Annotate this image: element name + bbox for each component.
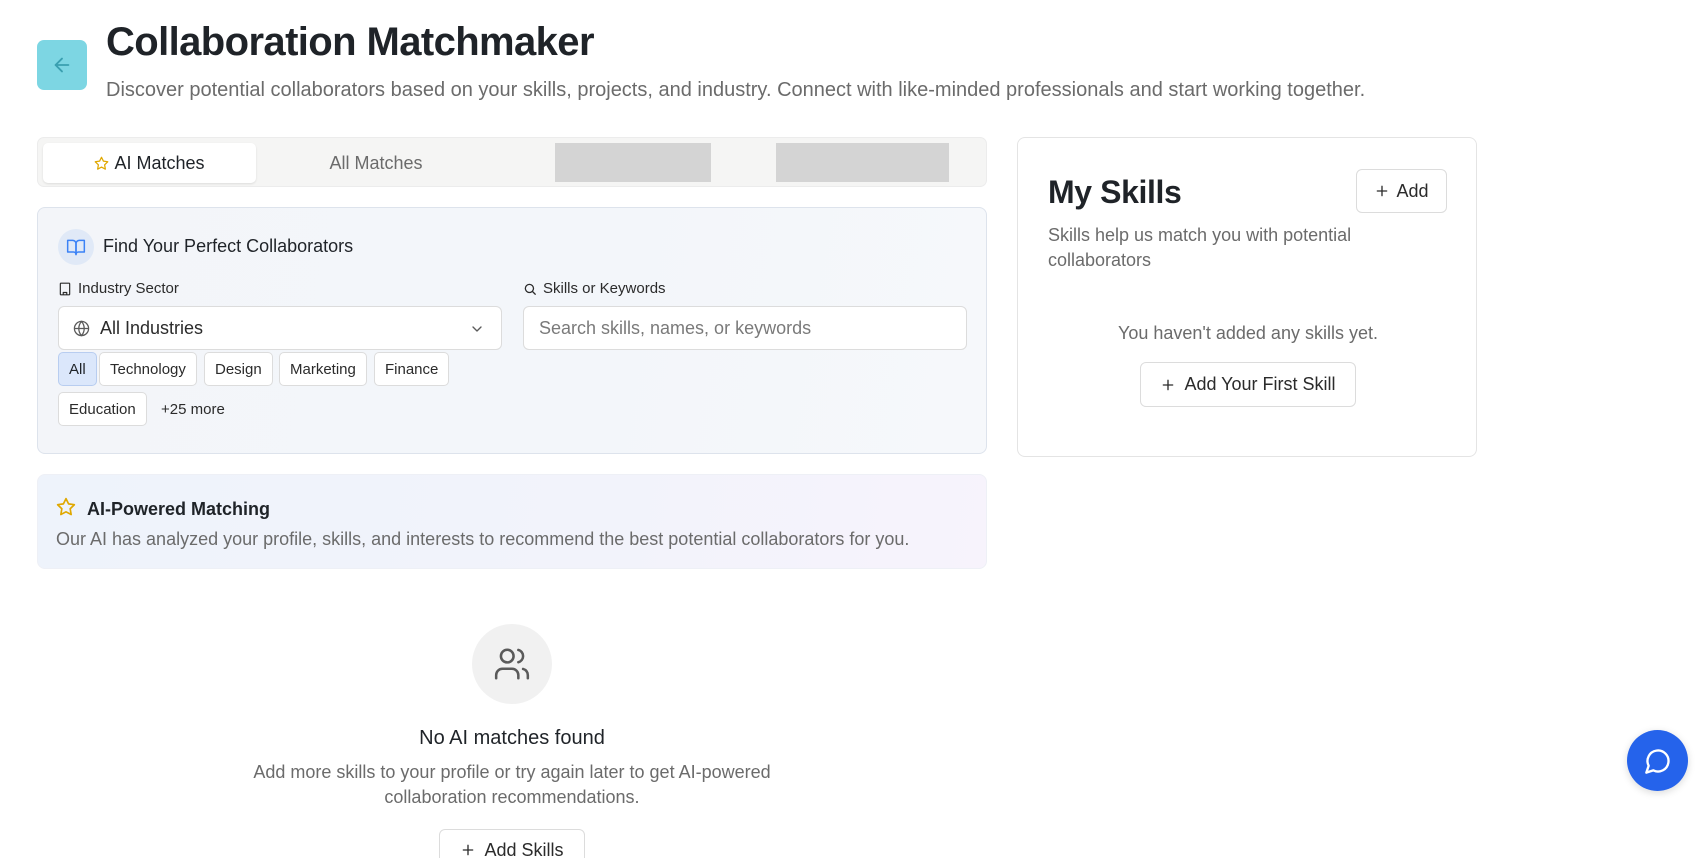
chevron-down-icon bbox=[469, 321, 485, 337]
tab-label: All Matches bbox=[329, 152, 423, 173]
add-skill-button[interactable]: Add bbox=[1356, 169, 1447, 213]
more-chips-button[interactable]: +25 more bbox=[151, 392, 235, 426]
building-icon bbox=[58, 282, 72, 296]
search-label: Skills or Keywords bbox=[523, 280, 666, 297]
chip-finance[interactable]: Finance bbox=[374, 352, 450, 386]
plus-icon bbox=[1160, 377, 1176, 393]
add-first-skill-button[interactable]: Add Your First Skill bbox=[1140, 362, 1356, 407]
ai-banner-description: Our AI has analyzed your profile, skills… bbox=[56, 529, 910, 549]
star-icon bbox=[94, 156, 109, 171]
industry-label: Industry Sector bbox=[58, 280, 179, 297]
chat-button[interactable] bbox=[1627, 730, 1688, 791]
empty-state-title: No AI matches found bbox=[419, 727, 605, 749]
add-skills-label: Add Skills bbox=[484, 839, 564, 858]
skills-description: Skills help us match you with potential … bbox=[1048, 225, 1352, 270]
empty-state-description: Add more skills to your profile or try a… bbox=[253, 762, 771, 807]
chip-education[interactable]: Education bbox=[58, 392, 147, 426]
filter-panel: Find Your Perfect Collaborators Industry… bbox=[37, 207, 987, 454]
search-icon bbox=[523, 282, 537, 296]
arrow-left-icon bbox=[51, 54, 73, 76]
tab-placeholder[interactable] bbox=[555, 143, 711, 182]
ai-matching-banner: AI-Powered Matching Our AI has analyzed … bbox=[37, 474, 987, 569]
back-button[interactable] bbox=[37, 40, 87, 90]
star-icon bbox=[56, 497, 76, 517]
search-input[interactable] bbox=[523, 306, 967, 350]
add-first-skill-label: Add Your First Skill bbox=[1184, 374, 1336, 394]
skills-empty-text: You haven't added any skills yet. bbox=[1118, 323, 1378, 343]
users-icon bbox=[472, 624, 552, 704]
my-skills-card: My Skills Add Skills help us match you w… bbox=[1017, 137, 1477, 457]
chip-design[interactable]: Design bbox=[204, 352, 273, 386]
chip-marketing[interactable]: Marketing bbox=[279, 352, 367, 386]
skills-title: My Skills bbox=[1048, 174, 1182, 210]
industry-label-text: Industry Sector bbox=[78, 280, 179, 297]
plus-icon bbox=[460, 842, 476, 858]
ai-banner-title: AI-Powered Matching bbox=[87, 499, 271, 519]
globe-icon bbox=[73, 319, 90, 337]
chip-all[interactable]: All bbox=[58, 352, 97, 386]
chat-bubble-icon bbox=[1644, 747, 1672, 775]
page-subtitle: Discover potential collaborators based o… bbox=[106, 79, 1366, 101]
plus-icon bbox=[1374, 183, 1390, 199]
tab-ai-matches[interactable]: AI Matches bbox=[43, 143, 256, 183]
tab-label: AI Matches bbox=[114, 152, 205, 173]
add-skill-label: Add bbox=[1396, 180, 1429, 201]
book-open-icon bbox=[58, 229, 94, 265]
tab-placeholder[interactable] bbox=[776, 143, 949, 182]
panel-title: Find Your Perfect Collaborators bbox=[103, 236, 354, 256]
tab-all-matches[interactable]: All Matches bbox=[256, 143, 496, 183]
match-tabs: AI Matches All Matches bbox=[37, 137, 987, 187]
industry-select[interactable]: All Industries bbox=[58, 306, 502, 350]
industry-select-value: All Industries bbox=[100, 317, 204, 338]
chip-technology[interactable]: Technology bbox=[99, 352, 197, 386]
add-skills-button[interactable]: Add Skills bbox=[439, 829, 585, 858]
page-title: Collaboration Matchmaker bbox=[106, 20, 595, 64]
search-label-text: Skills or Keywords bbox=[543, 280, 666, 297]
